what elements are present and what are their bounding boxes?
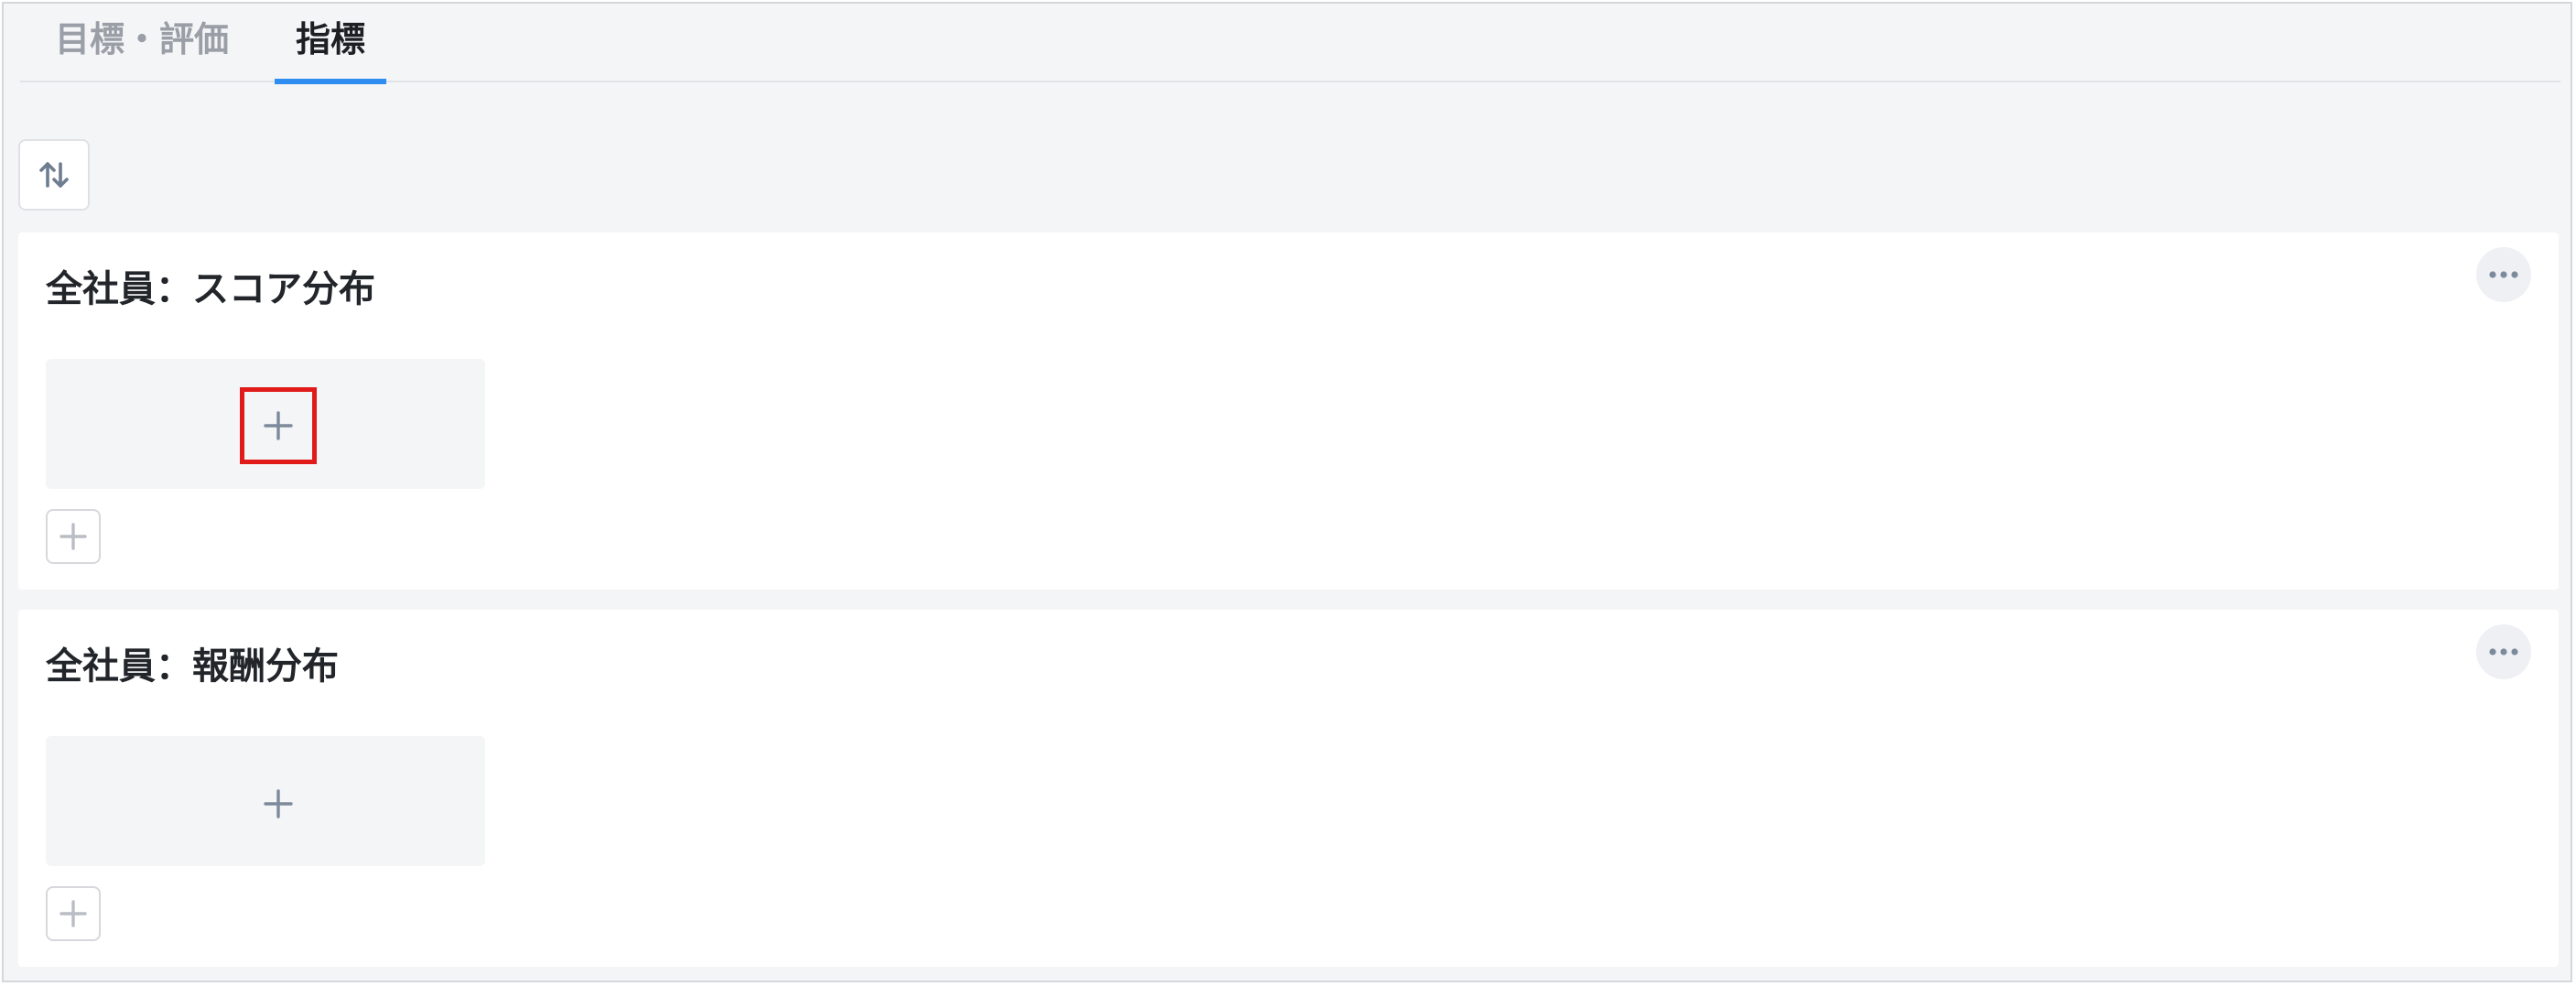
indicator-card-score: 全社員：スコア分布 — [18, 233, 2559, 590]
add-widget-button[interactable] — [240, 765, 317, 842]
plus-icon — [60, 523, 87, 550]
widget-placeholder — [46, 359, 485, 489]
tab-bar: 目標・評価 指標 — [20, 4, 2560, 84]
tab-goals-evaluation[interactable]: 目標・評価 — [37, 4, 247, 82]
indicator-card-compensation: 全社員：報酬分布 — [18, 610, 2559, 967]
sort-button[interactable] — [18, 139, 90, 211]
app-frame: 目標・評価 指標 全社員：スコア分布 全社員：報酬分布 — [2, 2, 2572, 982]
card-title: 全社員：スコア分布 — [46, 268, 375, 310]
widget-placeholder — [46, 736, 485, 866]
tab-indicators[interactable]: 指標 — [275, 4, 386, 84]
sort-arrows-icon — [39, 162, 69, 188]
add-row-button[interactable] — [46, 509, 101, 564]
plus-icon — [264, 789, 293, 818]
plus-icon — [264, 411, 293, 440]
more-options-button[interactable] — [2476, 624, 2531, 679]
add-widget-button[interactable] — [240, 387, 317, 464]
plus-icon — [60, 900, 87, 927]
more-options-button[interactable] — [2476, 247, 2531, 302]
add-row-button[interactable] — [46, 886, 101, 941]
ellipsis-icon — [2489, 648, 2518, 656]
ellipsis-icon — [2489, 271, 2518, 278]
card-title: 全社員：報酬分布 — [46, 645, 339, 688]
